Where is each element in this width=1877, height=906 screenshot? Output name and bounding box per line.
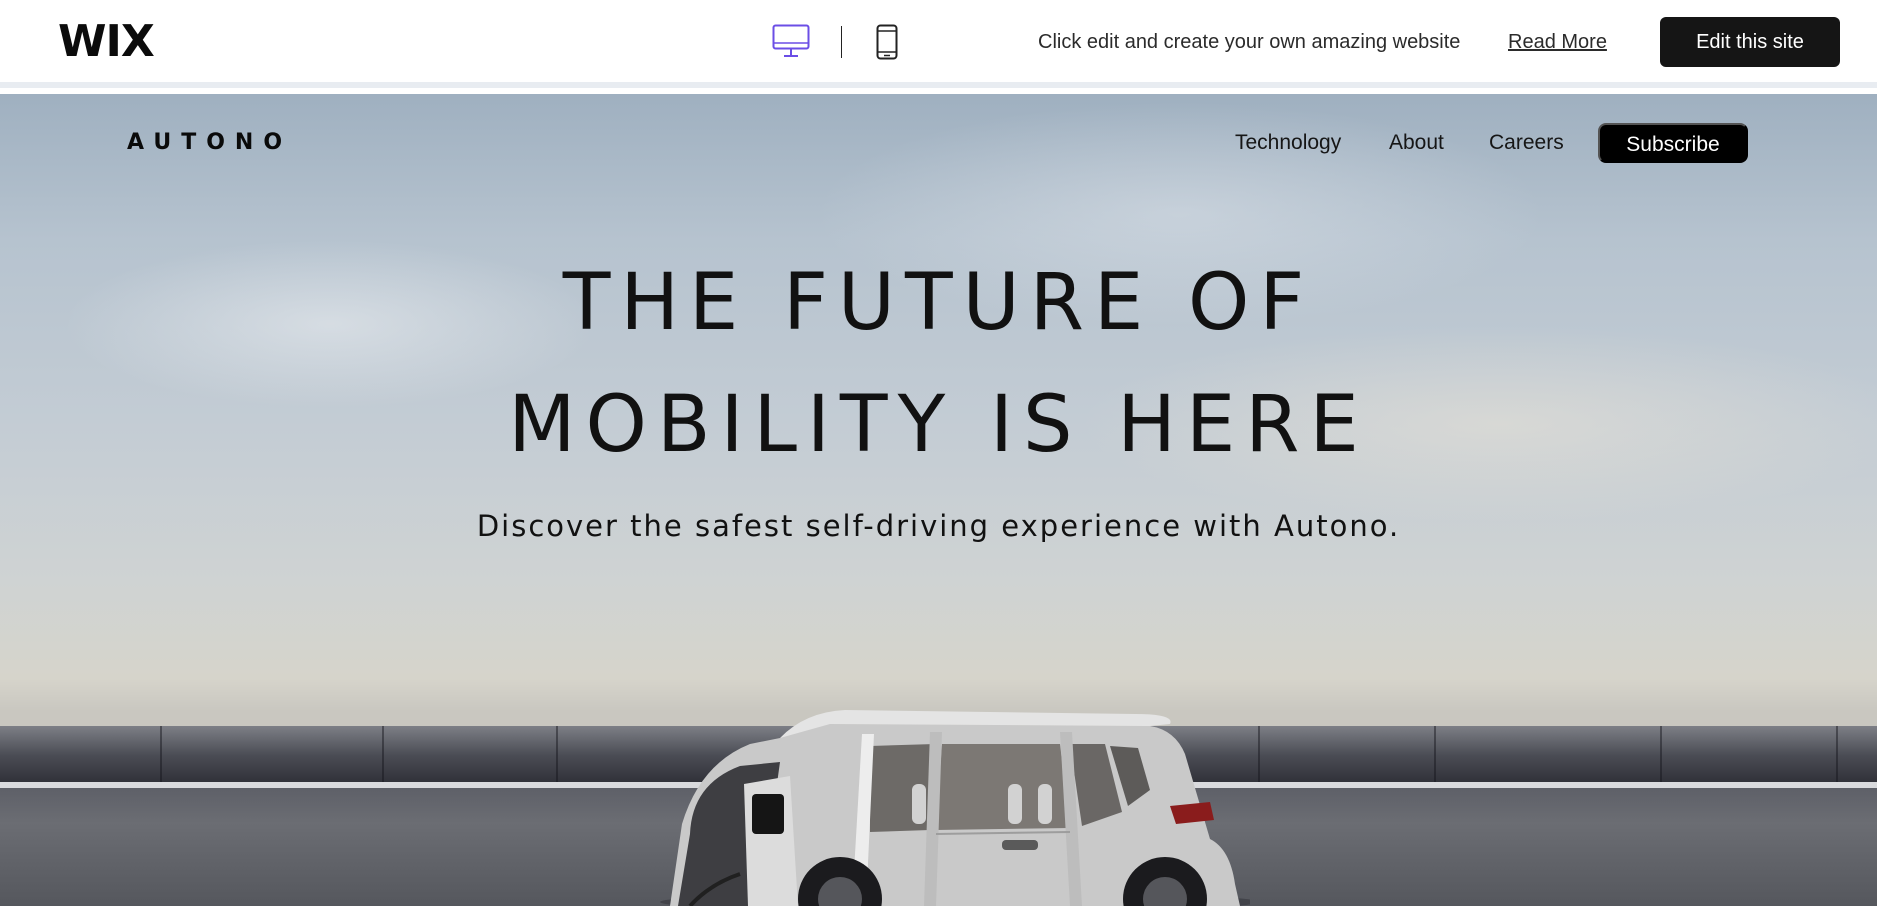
wix-tagline: Click edit and create your own amazing w… [1038, 31, 1461, 53]
wall-joint [556, 726, 558, 784]
edit-this-site-button[interactable]: Edit this site [1660, 17, 1840, 67]
wall-joint [1434, 726, 1436, 784]
mobile-phone-icon[interactable] [876, 24, 898, 60]
autonomous-car-image [660, 710, 1250, 906]
wall-joint [1836, 726, 1838, 784]
wall-joint [160, 726, 162, 784]
wall-joint [1660, 726, 1662, 784]
hero-headline-line-2: MOBILITY IS HERE [508, 380, 1369, 470]
nav-technology[interactable]: Technology [1235, 130, 1341, 156]
hero-section: AUTONO Technology About Careers Subscrib… [0, 94, 1877, 906]
subscribe-button[interactable]: Subscribe [1598, 123, 1748, 163]
desktop-monitor-icon[interactable] [772, 24, 810, 58]
device-toggle-separator [841, 26, 842, 58]
wall-joint [382, 726, 384, 784]
hero-headline-line-1: THE FUTURE OF [562, 258, 1315, 348]
wall-joint [1258, 726, 1260, 784]
wix-logo[interactable]: WIX [58, 18, 155, 66]
read-more-link[interactable]: Read More [1508, 30, 1607, 54]
wix-top-bar: WIX Click edit and create your own amazi… [0, 0, 1877, 88]
site-brand-logo[interactable]: AUTONO [127, 130, 292, 156]
hero-subheadline: Discover the safest self-driving experie… [476, 509, 1401, 543]
nav-about[interactable]: About [1389, 130, 1444, 156]
nav-careers[interactable]: Careers [1489, 130, 1564, 156]
